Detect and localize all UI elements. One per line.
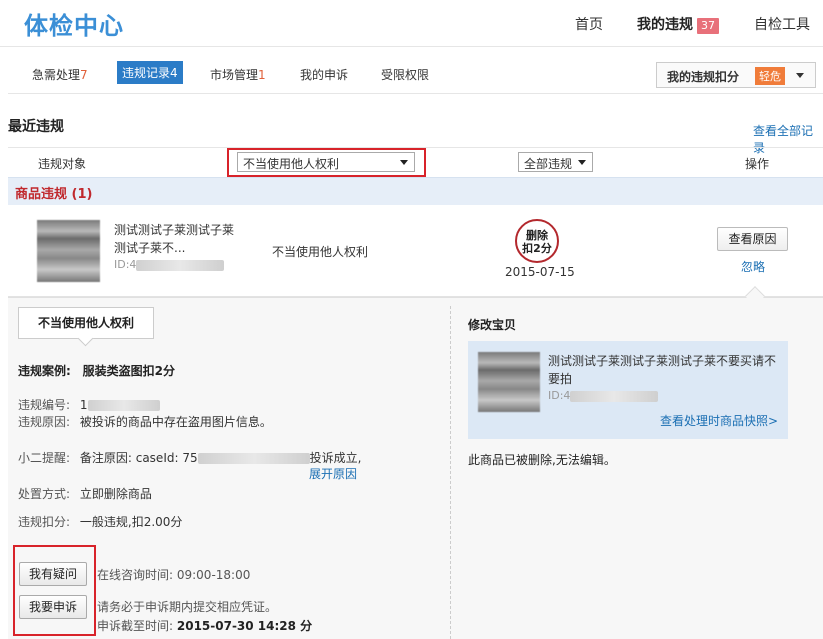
modify-item-id-prefix: ID:4 xyxy=(548,389,571,402)
tab-market-label: 市场管理 xyxy=(210,68,259,82)
chevron-down-icon xyxy=(796,73,804,78)
modify-item-id: ID:4 xyxy=(548,389,659,402)
deadline-row: 申诉截至时间: 2015-07-30 14:28 分 xyxy=(97,617,312,634)
redacted-id xyxy=(570,390,659,402)
redacted-number xyxy=(87,400,160,411)
view-cause-button[interactable]: 查看原因 xyxy=(717,227,788,251)
group-row: 商品违规 (1) xyxy=(8,177,823,205)
product-name[interactable]: 测试测试子莱测试子莱测试子莱不... xyxy=(114,221,234,257)
nav-my-violations-label: 我的违规 xyxy=(637,17,693,33)
table-row: 测试测试子莱测试子莱测试子莱不... ID:4 不当使用他人权利 删除 扣2分 … xyxy=(8,205,823,297)
highlight-box xyxy=(227,148,426,177)
product-id: ID:4 xyxy=(114,258,225,271)
violation-no-label: 违规编号: xyxy=(18,398,71,412)
deduct-label: 违规扣分: xyxy=(18,515,71,529)
violation-score-dropdown[interactable]: 我的违规扣分 轻危 xyxy=(656,62,816,88)
product-thumbnail[interactable] xyxy=(478,352,540,412)
case-row: 违规案例: 服装类盗图扣2分 xyxy=(18,362,175,379)
tab-urgent-label: 急需处理 xyxy=(32,68,81,82)
section-title: 最近违规 xyxy=(8,119,64,135)
expand-reason-link[interactable]: 展开原因 xyxy=(309,465,357,482)
view-snapshot-link[interactable]: 查看处理时商品快照> xyxy=(660,412,778,429)
nav-self-check-tools[interactable]: 自检工具 xyxy=(754,14,810,34)
consult-time: 在线咨询时间: 09:00-18:00 xyxy=(97,568,251,582)
handle-row: 处置方式: 立即删除商品 xyxy=(18,485,152,502)
modify-item-card: 测试测试子莱测试子莱测试子莱不要买请不要拍 ID:4 查看处理时商品快照> xyxy=(468,341,788,439)
cause-row: 违规原因: 被投诉的商品中存在盗用图片信息。 xyxy=(18,413,272,430)
remind-value-prefix: 备注原因: caseId: 75 xyxy=(79,451,198,465)
handle-value: 立即删除商品 xyxy=(79,487,152,501)
sub-tab-bar: 急需处理7 违规记录4 市场管理1 我的申诉 受限权限 我的违规扣分 轻危 xyxy=(8,56,823,94)
modify-item-name[interactable]: 测试测试子莱测试子莱测试子莱不要买请不要拍 xyxy=(548,352,780,388)
stamp-line-2: 扣2分 xyxy=(522,242,552,255)
score-label: 我的违规扣分 xyxy=(667,70,740,84)
tab-restricted-permissions[interactable]: 受限权限 xyxy=(381,66,429,83)
deduct-value: 一般违规,扣2.00分 xyxy=(79,515,183,529)
modify-item-title: 修改宝贝 xyxy=(468,318,517,332)
tab-market-count: 1 xyxy=(258,68,266,82)
column-object: 违规对象 xyxy=(38,157,87,171)
top-header: 体检中心 首页 我的违规 37 自检工具 xyxy=(0,0,823,47)
deadline-label: 申诉截至时间: xyxy=(97,619,174,633)
tab-records-count: 4 xyxy=(170,66,178,80)
redacted-id xyxy=(136,259,225,271)
remind-row: 小二提醒: 备注原因: caseId: 75 投诉成立, xyxy=(18,449,361,466)
appeal-tip: 请务必于申诉期内提交相应凭证。 xyxy=(97,600,278,614)
deduct-row: 违规扣分: 一般违规,扣2.00分 xyxy=(18,513,182,530)
tab-my-appeals[interactable]: 我的申诉 xyxy=(300,66,348,83)
deadline-value: 2015-07-30 14:28 分 xyxy=(176,619,313,633)
score-level-badge: 轻危 xyxy=(755,67,785,85)
case-value: 服装类盗图扣2分 xyxy=(82,364,175,378)
case-label: 违规案例: xyxy=(18,364,71,378)
product-id-prefix: ID:4 xyxy=(114,258,137,271)
product-thumbnail[interactable] xyxy=(37,220,100,282)
remind-label: 小二提醒: xyxy=(18,451,71,465)
tab-violation-records[interactable]: 违规记录4 xyxy=(117,61,183,84)
remind-value-suffix: 投诉成立, xyxy=(309,451,362,465)
stamp-line-1: 删除 xyxy=(526,229,548,242)
nav-home[interactable]: 首页 xyxy=(575,14,603,34)
column-action: 操作 xyxy=(745,157,770,171)
panel-divider xyxy=(450,306,451,639)
cause-value: 被投诉的商品中存在盗用图片信息。 xyxy=(79,415,272,429)
logo[interactable]: 体检中心 xyxy=(24,6,124,41)
tab-urgent[interactable]: 急需处理7 xyxy=(32,66,88,83)
violation-status-select[interactable]: 全部违规 xyxy=(518,152,593,172)
violation-reason: 不当使用他人权利 xyxy=(272,245,369,259)
tab-market-management[interactable]: 市场管理1 xyxy=(210,66,266,83)
highlight-box xyxy=(13,545,96,636)
nav-my-violations[interactable]: 我的违规 37 xyxy=(637,14,719,34)
violation-no-value: 1 xyxy=(79,398,88,412)
violation-date: 2015-07-15 xyxy=(505,265,575,279)
ignore-link[interactable]: 忽略 xyxy=(741,258,765,275)
tab-records-label: 违规记录 xyxy=(122,66,171,80)
cause-label: 违规原因: xyxy=(18,415,71,429)
deleted-note: 此商品已被删除,无法编辑。 xyxy=(468,453,616,467)
violation-no-row: 违规编号: 1 xyxy=(18,396,160,413)
violation-count-badge: 37 xyxy=(697,18,719,34)
violation-status-value: 全部违规 xyxy=(524,157,573,171)
redacted-case-id xyxy=(197,453,310,464)
group-title: 商品违规 (1) xyxy=(15,187,93,202)
penalty-stamp: 删除 扣2分 xyxy=(515,219,559,263)
chevron-down-icon xyxy=(578,160,586,165)
handle-label: 处置方式: xyxy=(18,487,71,501)
tab-urgent-count: 7 xyxy=(80,68,88,82)
